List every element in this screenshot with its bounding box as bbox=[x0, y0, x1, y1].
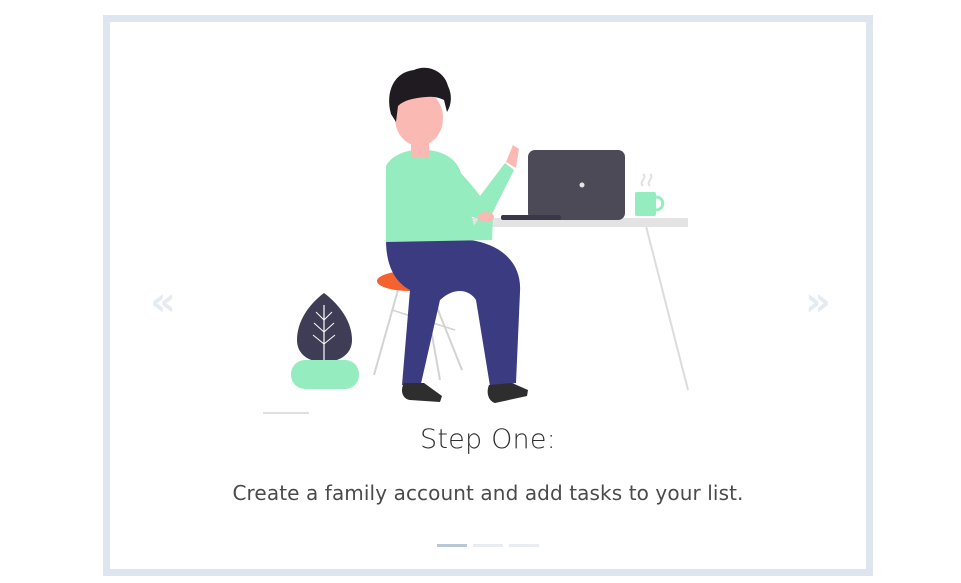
previous-slide-button[interactable]: « bbox=[150, 282, 176, 322]
pagination-dot-3[interactable] bbox=[509, 544, 539, 547]
next-slide-button[interactable]: » bbox=[805, 282, 831, 322]
step-title: Step One: bbox=[420, 424, 556, 455]
carousel-pagination bbox=[437, 544, 539, 547]
step-description: Create a family account and add tasks to… bbox=[232, 481, 744, 505]
pagination-dot-1[interactable] bbox=[437, 544, 467, 547]
pagination-dot-2[interactable] bbox=[473, 544, 503, 547]
